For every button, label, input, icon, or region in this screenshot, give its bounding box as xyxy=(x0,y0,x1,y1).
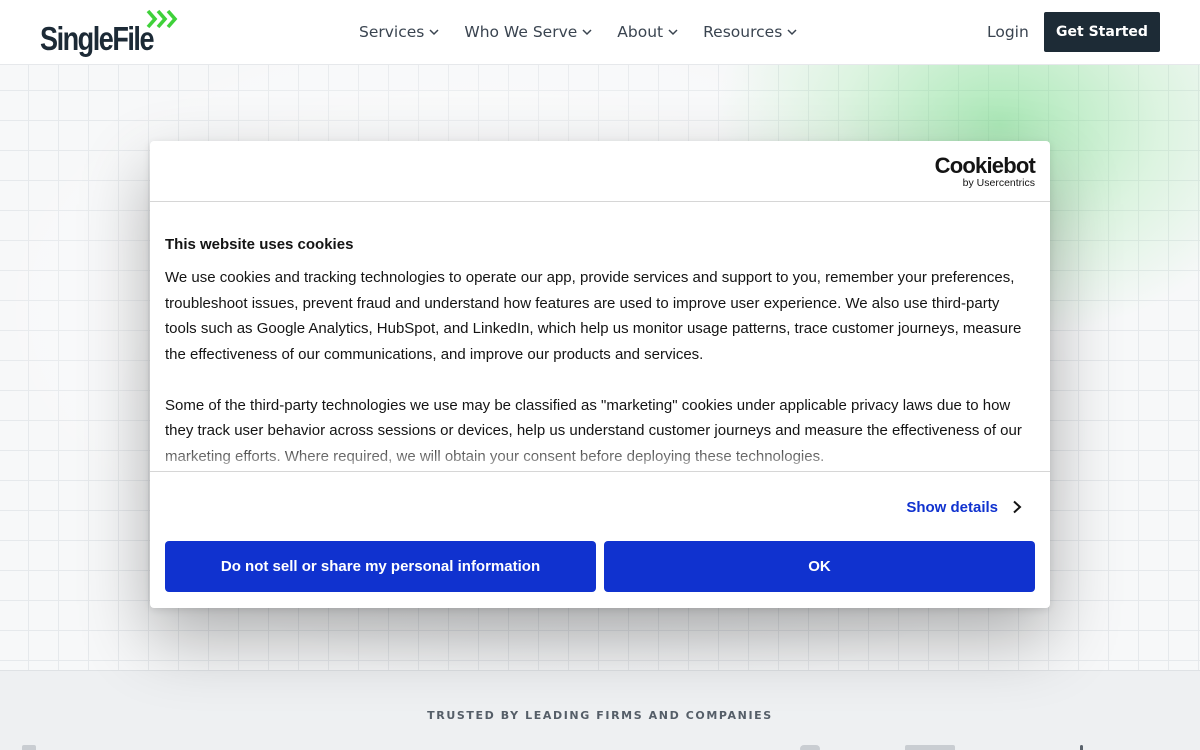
site-header: SingleFile Services Who We Serve About R… xyxy=(0,0,1200,65)
trusted-by-heading: TRUSTED BY LEADING FIRMS AND COMPANIES xyxy=(427,709,773,722)
get-started-button[interactable]: Get Started xyxy=(1044,12,1160,52)
nav-item-label: About xyxy=(617,23,664,41)
dialog-title: This website uses cookies xyxy=(165,236,354,253)
description-paragraph: We use cookies and tracking technologies… xyxy=(165,269,1022,363)
nav-item-label: Who We Serve xyxy=(464,23,578,41)
client-logo xyxy=(800,745,820,750)
login-link[interactable]: Login xyxy=(987,20,1029,44)
chevron-down-icon xyxy=(787,29,797,36)
main-nav: Services Who We Serve About Resources xyxy=(359,20,797,44)
cookie-consent-dialog: Cookiebot by Usercentrics This website u… xyxy=(150,141,1050,608)
nav-item-about[interactable]: About xyxy=(617,20,678,44)
nav-item-resources[interactable]: Resources xyxy=(703,20,797,44)
nav-item-services[interactable]: Services xyxy=(359,20,439,44)
nav-item-who-we-serve[interactable]: Who We Serve xyxy=(464,20,592,44)
show-details-label: Show details xyxy=(906,498,998,516)
ok-button[interactable]: OK xyxy=(604,541,1035,592)
cookiebot-wordmark: Cookiebot xyxy=(934,153,1036,178)
cookiebot-byline: by Usercentrics xyxy=(962,177,1035,189)
singlefile-logo[interactable]: SingleFile xyxy=(40,9,180,57)
chevron-down-icon xyxy=(429,29,439,36)
dialog-description: We use cookies and tracking technologies… xyxy=(165,265,1035,469)
dialog-footer-divider xyxy=(150,471,1050,472)
scroll-fade xyxy=(165,443,1035,473)
chevron-down-icon xyxy=(668,29,678,36)
nav-item-label: Services xyxy=(359,23,425,41)
triple-chevron-right-icon xyxy=(146,9,178,29)
client-logo xyxy=(22,745,36,750)
trusted-by-section: TRUSTED BY LEADING FIRMS AND COMPANIES xyxy=(0,670,1200,750)
dialog-header: Cookiebot by Usercentrics xyxy=(150,141,1050,202)
do-not-sell-button[interactable]: Do not sell or share my personal informa… xyxy=(165,541,596,592)
chevron-down-icon xyxy=(582,29,592,36)
client-logo xyxy=(1080,745,1083,750)
chevron-right-icon xyxy=(1013,500,1022,514)
nav-item-label: Resources xyxy=(703,23,783,41)
client-logo xyxy=(905,745,955,750)
show-details-link[interactable]: Show details xyxy=(906,495,1022,519)
logo-wordmark: SingleFile xyxy=(40,20,155,57)
cookiebot-logo[interactable]: Cookiebot by Usercentrics xyxy=(931,153,1036,190)
